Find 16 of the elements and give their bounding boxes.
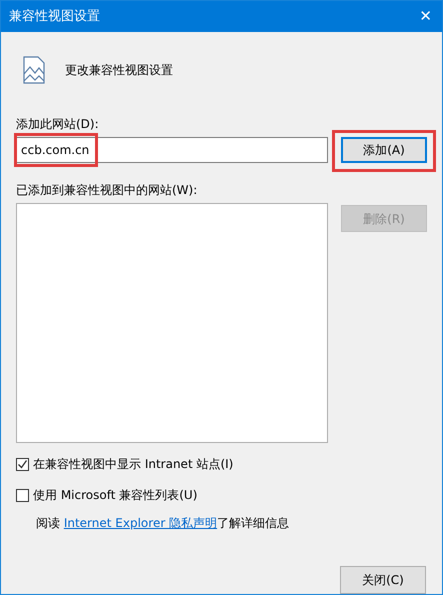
sites-list-label: 已添加到兼容性视图中的网站(W): <box>16 182 198 199</box>
privacy-note: 阅读 Internet Explorer 隐私声明了解详细信息 <box>35 515 290 532</box>
close-button[interactable]: ✕ <box>419 9 432 24</box>
close-dialog-button[interactable]: 关闭(C) <box>340 566 426 594</box>
document-picture-icon <box>23 56 45 84</box>
dialog-heading: 更改兼容性视图设置 <box>65 62 173 78</box>
checkbox-label: 使用 Microsoft 兼容性列表(U) <box>33 487 198 504</box>
add-site-label: 添加此网站(D): <box>16 116 100 133</box>
checkbox[interactable] <box>16 488 29 502</box>
checkmark-icon <box>17 458 28 470</box>
add-button[interactable]: 添加(A) <box>341 137 427 163</box>
checkbox-label: 在兼容性视图中显示 Intranet 站点(I) <box>33 456 234 473</box>
checkbox[interactable] <box>16 458 29 470</box>
privacy-link[interactable]: Internet Explorer 隐私声明 <box>64 516 218 530</box>
window-title: 兼容性视图设置 <box>9 8 100 26</box>
site-input-field[interactable]: ccb.com.cn <box>16 137 328 163</box>
